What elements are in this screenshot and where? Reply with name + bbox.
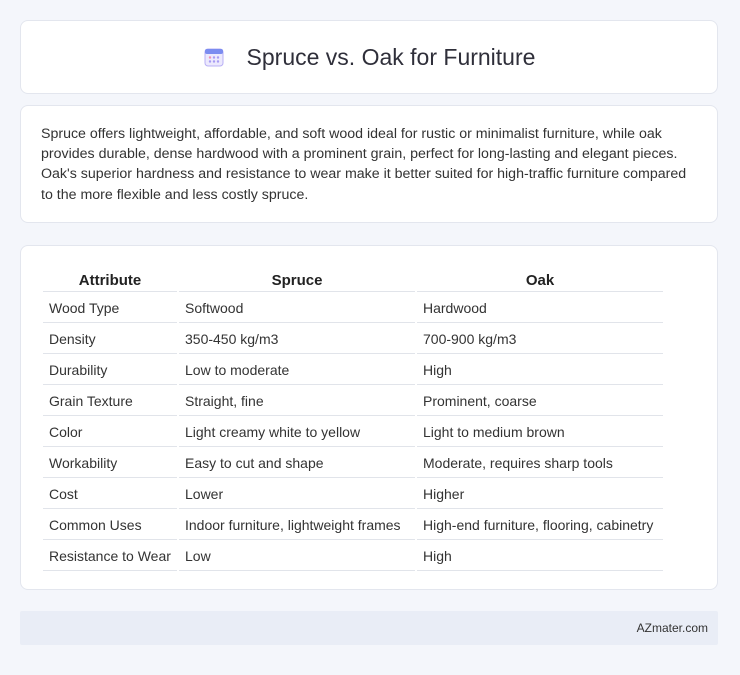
table-header-row: Attribute Spruce Oak <box>43 268 663 292</box>
table-row: Cost Lower Higher <box>43 480 663 509</box>
cell-attribute: Common Uses <box>43 511 177 540</box>
cell-spruce: Low <box>179 542 415 571</box>
cell-oak: High <box>417 356 663 385</box>
cell-oak: Light to medium brown <box>417 418 663 447</box>
table-row: Durability Low to moderate High <box>43 356 663 385</box>
footer-site-link[interactable]: AZmater.com <box>637 621 708 635</box>
table-row: Workability Easy to cut and shape Modera… <box>43 449 663 478</box>
cell-spruce: Straight, fine <box>179 387 415 416</box>
cell-attribute: Grain Texture <box>43 387 177 416</box>
cell-spruce: Lower <box>179 480 415 509</box>
title-group: Spruce vs. Oak for Furniture <box>203 43 536 71</box>
cell-attribute: Resistance to Wear <box>43 542 177 571</box>
table-row: Grain Texture Straight, fine Prominent, … <box>43 387 663 416</box>
cell-oak: Prominent, coarse <box>417 387 663 416</box>
intro-card: Spruce offers lightweight, affordable, a… <box>20 105 718 223</box>
cell-spruce: Low to moderate <box>179 356 415 385</box>
cell-oak: High-end furniture, flooring, cabinetry <box>417 511 663 540</box>
cell-spruce: Softwood <box>179 294 415 323</box>
calendar-icon <box>203 46 225 68</box>
cell-spruce: Indoor furniture, lightweight frames <box>179 511 415 540</box>
table-row: Wood Type Softwood Hardwood <box>43 294 663 323</box>
cell-oak: Moderate, requires sharp tools <box>417 449 663 478</box>
cell-spruce: Light creamy white to yellow <box>179 418 415 447</box>
page-title: Spruce vs. Oak for Furniture <box>246 43 536 70</box>
cell-attribute: Wood Type <box>43 294 177 323</box>
table-row: Common Uses Indoor furniture, lightweigh… <box>43 511 663 540</box>
header-oak: Oak <box>417 268 663 292</box>
title-card: Spruce vs. Oak for Furniture <box>20 20 718 94</box>
cell-attribute: Workability <box>43 449 177 478</box>
comparison-card: Attribute Spruce Oak Wood Type Softwood … <box>20 245 718 590</box>
cell-spruce: Easy to cut and shape <box>179 449 415 478</box>
footer: AZmater.com <box>20 611 718 645</box>
cell-spruce: 350-450 kg/m3 <box>179 325 415 354</box>
cell-oak: High <box>417 542 663 571</box>
cell-oak: 700-900 kg/m3 <box>417 325 663 354</box>
header-spruce: Spruce <box>179 268 415 292</box>
cell-attribute: Color <box>43 418 177 447</box>
cell-attribute: Cost <box>43 480 177 509</box>
cell-oak: Hardwood <box>417 294 663 323</box>
header-attribute: Attribute <box>43 268 177 292</box>
table-row: Resistance to Wear Low High <box>43 542 663 571</box>
cell-attribute: Density <box>43 325 177 354</box>
comparison-table: Attribute Spruce Oak Wood Type Softwood … <box>41 266 665 573</box>
cell-attribute: Durability <box>43 356 177 385</box>
intro-paragraph: Spruce offers lightweight, affordable, a… <box>41 126 687 203</box>
table-row: Color Light creamy white to yellow Light… <box>43 418 663 447</box>
cell-oak: Higher <box>417 480 663 509</box>
table-row: Density 350-450 kg/m3 700-900 kg/m3 <box>43 325 663 354</box>
